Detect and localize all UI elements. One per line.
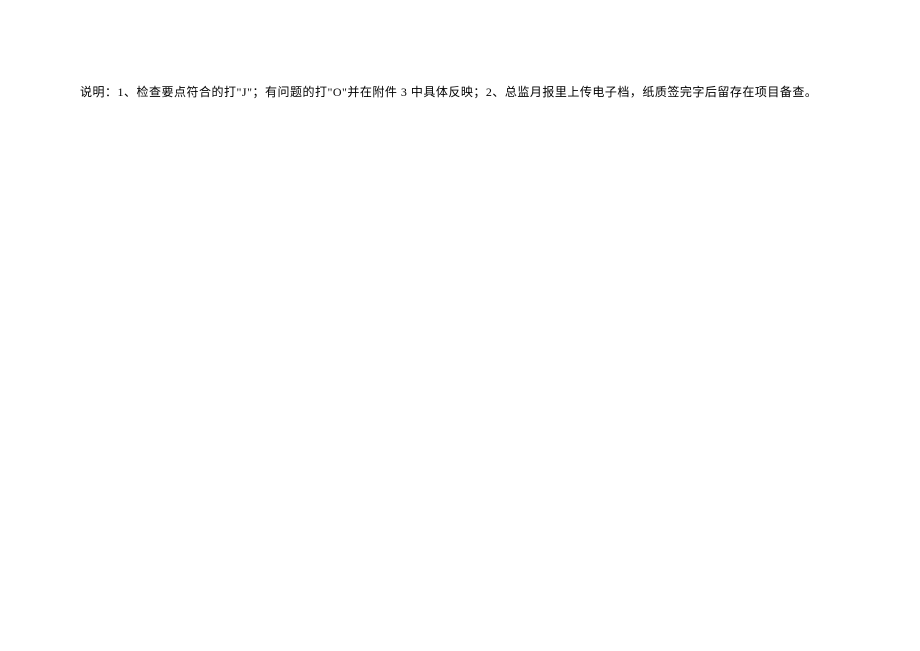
instruction-text: 说明：1、检查要点符合的打"J"；有问题的打"O"并在附件 3 中具体反映；2、… bbox=[80, 83, 817, 100]
